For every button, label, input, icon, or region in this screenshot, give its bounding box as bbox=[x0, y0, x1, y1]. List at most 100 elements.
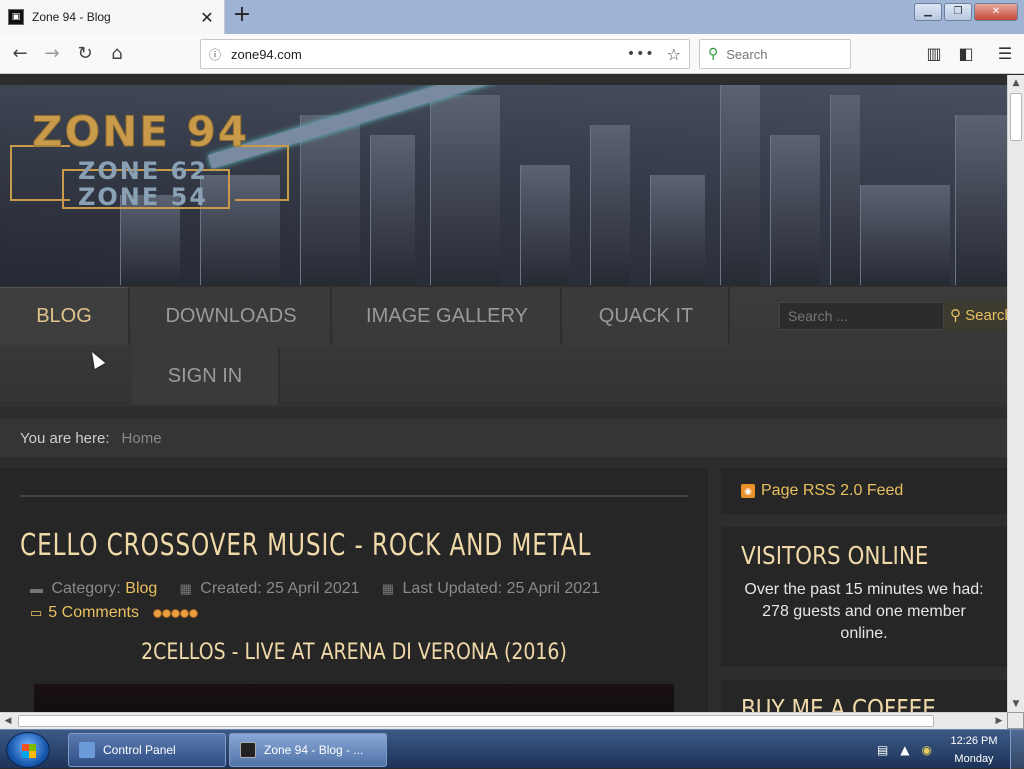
zone94-favicon-icon bbox=[240, 742, 256, 758]
site-logo[interactable]: ZONE 94 ZONE 62 ZONE 54 bbox=[10, 105, 295, 215]
back-arrow-icon[interactable]: ← bbox=[8, 42, 32, 66]
scroll-right-arrow-icon[interactable]: ▶ bbox=[991, 713, 1007, 729]
browser-tab[interactable]: ▣ Zone 94 - Blog ✕ bbox=[0, 0, 225, 34]
rating-star bbox=[189, 608, 198, 618]
visitors-online-box: VISITORS ONLINE Over the past 15 minutes… bbox=[721, 527, 1007, 667]
rating-star bbox=[171, 608, 180, 618]
web-page: ZONE 94 ZONE 62 ZONE 54 BLOG DOWNLOADS I… bbox=[0, 75, 1007, 712]
scroll-left-arrow-icon[interactable]: ◀ bbox=[0, 713, 16, 729]
menu-item-quack-it[interactable]: QUACK IT bbox=[564, 287, 730, 345]
show-desktop-button[interactable] bbox=[1010, 730, 1024, 769]
tray-expand-icon[interactable]: ▲ bbox=[900, 743, 909, 757]
divider bbox=[20, 495, 688, 497]
horizontal-scroll-thumb[interactable] bbox=[18, 715, 934, 727]
clock[interactable]: 12:26 PM Monday bbox=[944, 732, 1004, 768]
rating-star bbox=[180, 608, 189, 618]
article-meta-2: ▭ 5 Comments bbox=[30, 604, 198, 622]
browser-search-box[interactable]: ⚲ bbox=[699, 39, 851, 69]
site-search-button[interactable]: ⚲ Search bbox=[944, 302, 1007, 330]
search-icon: ⚲ bbox=[708, 46, 719, 62]
sidebar-icon[interactable]: ◧ bbox=[956, 44, 976, 63]
site-search-input[interactable]: Search ... bbox=[779, 302, 944, 330]
taskbar-item-label: Zone 94 - Blog - ... bbox=[264, 743, 364, 757]
minimize-button[interactable]: ▁ bbox=[914, 3, 942, 21]
close-window-button[interactable]: ✕ bbox=[974, 3, 1018, 21]
tab-title: Zone 94 - Blog bbox=[32, 10, 111, 24]
menu-item-blog[interactable]: BLOG bbox=[0, 287, 130, 345]
logo-sub-text-2: ZONE 54 bbox=[78, 183, 209, 211]
menu-item-downloads[interactable]: DOWNLOADS bbox=[132, 287, 332, 345]
coffee-title: BUY ME A COFFEE bbox=[741, 694, 936, 712]
header-banner: ZONE 94 ZONE 62 ZONE 54 bbox=[0, 85, 1007, 285]
buy-coffee-box: BUY ME A COFFEE bbox=[721, 680, 1007, 712]
visitors-text: Over the past 15 minutes we had: 278 gue… bbox=[744, 581, 984, 642]
logo-sub-text-1: ZONE 62 bbox=[78, 157, 209, 185]
updated-date: Last Updated: 25 April 2021 bbox=[402, 580, 600, 597]
browser-navbar: ← → ↻ ⌂ ⓘ zone94.com ••• ☆ ⚲ ▥ ◧ ☰ bbox=[0, 34, 1024, 74]
rss-link[interactable]: Page RSS 2.0 Feed bbox=[761, 482, 903, 500]
forward-arrow-icon[interactable]: → bbox=[40, 42, 64, 66]
rss-icon: ◉ bbox=[741, 484, 755, 498]
home-icon[interactable]: ⌂ bbox=[105, 42, 129, 66]
scroll-up-arrow-icon[interactable]: ▲ bbox=[1008, 75, 1024, 91]
logo-main-text: ZONE 94 bbox=[31, 107, 250, 157]
horizontal-scrollbar[interactable]: ◀ ▶ bbox=[0, 712, 1007, 729]
comments-icon: ▭ bbox=[30, 605, 43, 620]
created-date: Created: 25 April 2021 bbox=[200, 580, 360, 597]
video-title: 2CELLOS - LIVE AT ARENA DI VERONA (2016) bbox=[141, 640, 567, 665]
start-button[interactable] bbox=[6, 732, 50, 768]
site-search-button-label: Search bbox=[965, 307, 1007, 324]
scroll-corner bbox=[1007, 712, 1024, 729]
visitors-title: VISITORS ONLINE bbox=[741, 541, 929, 570]
calendar-edit-icon: ▦ bbox=[381, 581, 395, 596]
article-meta: ▬ Category: Blog ▦ Created: 25 April 202… bbox=[30, 580, 600, 598]
breadcrumb-label: You are here: bbox=[20, 429, 110, 447]
site-info-icon[interactable]: ⓘ bbox=[209, 46, 221, 63]
category-link[interactable]: Blog bbox=[125, 580, 157, 597]
control-panel-icon bbox=[79, 742, 95, 758]
article-title[interactable]: CELLO CROSSOVER MUSIC - ROCK AND METAL bbox=[20, 528, 591, 563]
video-player[interactable] bbox=[34, 684, 674, 712]
article-main: CELLO CROSSOVER MUSIC - ROCK AND METAL ▬… bbox=[0, 468, 708, 712]
menu-item-image-gallery[interactable]: IMAGE GALLERY bbox=[334, 287, 562, 345]
vertical-scroll-thumb[interactable] bbox=[1010, 93, 1022, 141]
rating-star bbox=[153, 608, 162, 618]
rating-star bbox=[162, 608, 171, 618]
search-icon: ⚲ bbox=[950, 307, 966, 324]
network-icon[interactable]: ◉ bbox=[922, 743, 932, 757]
reload-icon[interactable]: ↻ bbox=[73, 42, 97, 66]
address-bar[interactable]: ⓘ zone94.com ••• ☆ bbox=[200, 39, 690, 69]
comments-link[interactable]: 5 Comments bbox=[48, 604, 139, 622]
menu-item-sign-in[interactable]: SIGN IN bbox=[132, 347, 280, 405]
main-menu: BLOG DOWNLOADS IMAGE GALLERY QUACK IT SI… bbox=[0, 287, 1007, 407]
rating-stars[interactable] bbox=[153, 608, 198, 618]
vertical-scrollbar[interactable]: ▲ ▼ bbox=[1007, 75, 1024, 712]
scroll-down-arrow-icon[interactable]: ▼ bbox=[1008, 696, 1024, 712]
taskbar-control-panel[interactable]: Control Panel bbox=[68, 733, 226, 767]
clock-time: 12:26 PM bbox=[950, 734, 998, 747]
taskbar-item-label: Control Panel bbox=[103, 743, 176, 757]
system-tray: ▤ ▲ ◉ 12:26 PM Monday bbox=[877, 730, 1024, 769]
calendar-icon: ▦ bbox=[179, 581, 192, 596]
folder-icon: ▬ bbox=[30, 581, 43, 596]
restore-button[interactable]: ❐ bbox=[944, 3, 972, 21]
browser-search-input[interactable] bbox=[726, 46, 837, 62]
keyboard-icon[interactable]: ▤ bbox=[877, 743, 888, 757]
site-favicon-icon: ▣ bbox=[8, 9, 24, 25]
tab-close-icon[interactable]: ✕ bbox=[198, 8, 216, 27]
url-text[interactable]: zone94.com bbox=[231, 47, 627, 62]
menu-hamburger-icon[interactable]: ☰ bbox=[995, 44, 1015, 63]
library-icon[interactable]: ▥ bbox=[924, 44, 944, 63]
breadcrumb-home-link[interactable]: Home bbox=[122, 430, 162, 447]
taskbar-firefox[interactable]: Zone 94 - Blog - ... bbox=[229, 733, 387, 767]
windows-taskbar: Control Panel Zone 94 - Blog - ... ▤ ▲ ◉… bbox=[0, 729, 1024, 769]
clock-day: Monday bbox=[954, 752, 994, 765]
page-actions-icon[interactable]: ••• bbox=[627, 46, 655, 62]
new-tab-button[interactable]: + bbox=[230, 4, 254, 28]
category-label: Category: bbox=[51, 580, 121, 597]
browser-tabbar: ▣ Zone 94 - Blog ✕ + ▁ ❐ ✕ bbox=[0, 0, 1024, 34]
bookmark-star-icon[interactable]: ☆ bbox=[667, 45, 681, 64]
breadcrumb: You are here: Home bbox=[0, 419, 1007, 457]
window-controls: ▁ ❐ ✕ bbox=[912, 3, 1018, 21]
rss-feed-box[interactable]: ◉ Page RSS 2.0 Feed bbox=[721, 468, 1007, 514]
